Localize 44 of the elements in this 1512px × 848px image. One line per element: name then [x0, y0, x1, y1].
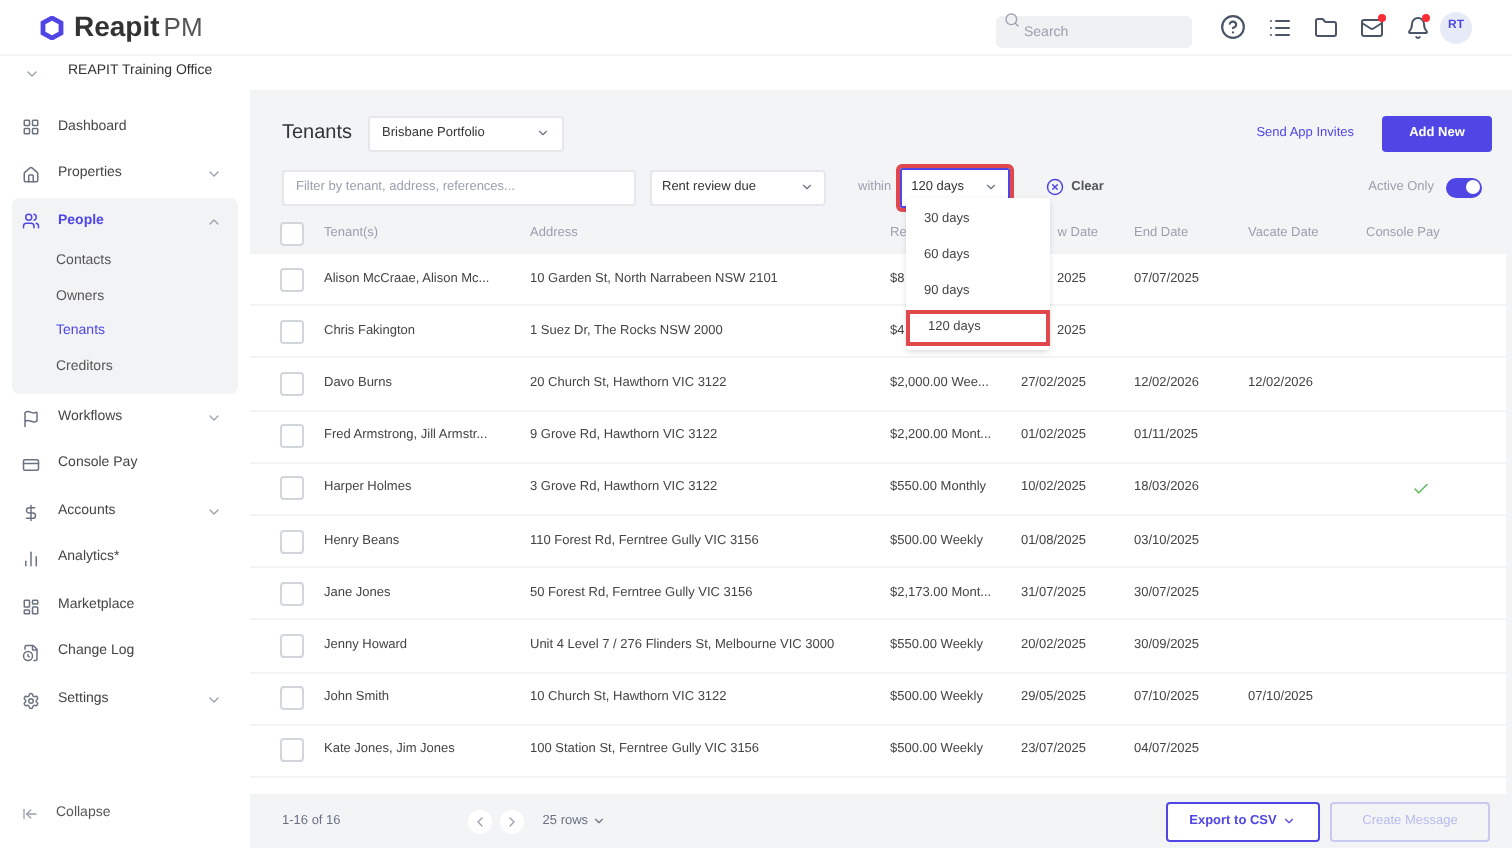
- page-title: Tenants: [282, 120, 353, 148]
- folder-icon[interactable]: [1314, 15, 1338, 39]
- settings-icon: [22, 691, 40, 709]
- chevron-icon: [592, 814, 607, 828]
- chevron-icon: [983, 180, 998, 194]
- bell-icon[interactable]: [1406, 15, 1430, 39]
- clear-icon: [1045, 178, 1064, 196]
- bar-chart-icon: [22, 550, 40, 568]
- checkbox[interactable]: [280, 371, 304, 396]
- flag-icon: [22, 409, 40, 427]
- chevron-icon[interactable]: [206, 504, 222, 520]
- logo-icon: [40, 15, 64, 39]
- check-icon: [1412, 479, 1430, 498]
- people-icon: [22, 212, 40, 231]
- checkbox[interactable]: [280, 222, 304, 246]
- checkbox[interactable]: [280, 267, 304, 292]
- dollar-icon: [22, 503, 40, 521]
- checkbox[interactable]: [280, 424, 304, 449]
- grid-icon: [22, 118, 40, 137]
- checkbox[interactable]: [280, 738, 304, 763]
- checkbox[interactable]: [280, 529, 304, 554]
- collapse-icon: [22, 806, 38, 822]
- brand-suffix: PM: [163, 9, 203, 46]
- chevron-icon[interactable]: [206, 692, 222, 708]
- search-icon: [1004, 11, 1020, 27]
- brand-name: Reapit: [74, 8, 160, 46]
- apps-icon: [22, 597, 40, 615]
- active-only-toggle[interactable]: [1446, 177, 1482, 197]
- checkbox[interactable]: [280, 476, 304, 501]
- previous-page-icon[interactable]: [468, 809, 493, 833]
- help-icon[interactable]: [1220, 14, 1246, 40]
- checkbox[interactable]: [280, 319, 304, 344]
- checkbox[interactable]: [280, 686, 304, 711]
- chevron-icon: [536, 126, 551, 140]
- chevron-icon[interactable]: [206, 410, 222, 426]
- mail-icon[interactable]: [1360, 15, 1384, 39]
- checkbox[interactable]: [280, 633, 304, 658]
- chevron-icon: [1282, 814, 1297, 828]
- next-page-icon[interactable]: [500, 809, 525, 833]
- checkbox[interactable]: [280, 581, 304, 606]
- log-icon: [22, 644, 40, 662]
- card-icon: [22, 456, 40, 474]
- house-icon: [22, 165, 40, 184]
- chevron-icon: [800, 180, 814, 194]
